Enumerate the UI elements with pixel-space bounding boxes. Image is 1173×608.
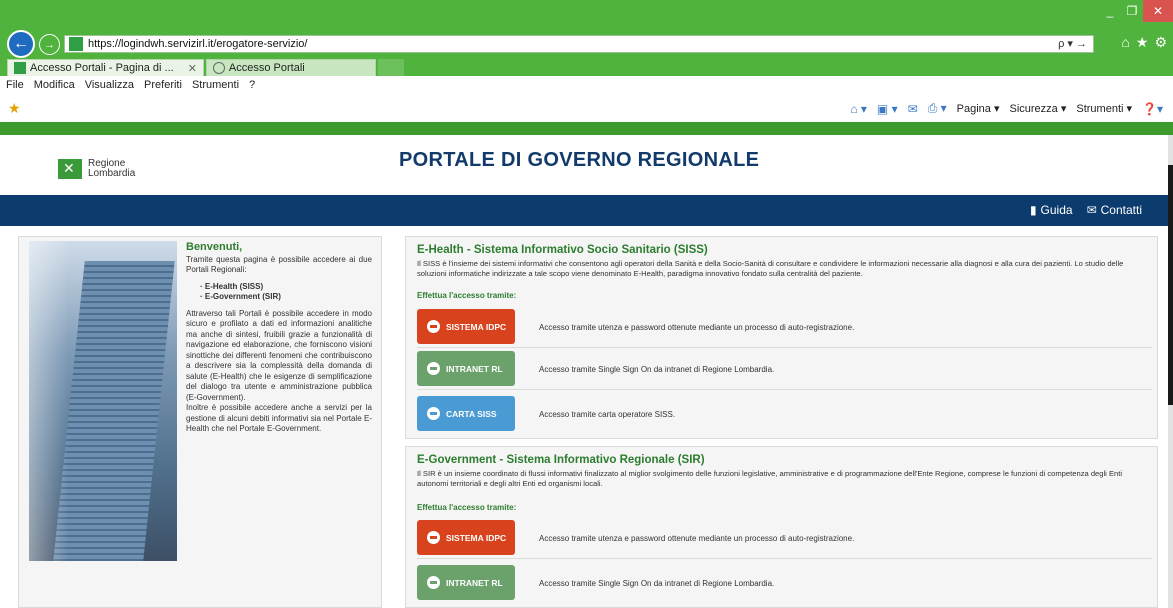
minimize-button[interactable]: _	[1099, 0, 1121, 22]
tab-accesso-portali-pagina[interactable]: Accesso Portali - Pagina di ... ✕	[7, 59, 204, 76]
guida-label: Guida	[1040, 203, 1073, 217]
egov-title: E-Government - Sistema Informativo Regio…	[417, 454, 705, 466]
add-favorites-icon[interactable]: ★	[8, 100, 21, 117]
menu-help[interactable]: ?	[249, 79, 255, 91]
envelope-icon: ✉	[1086, 203, 1097, 217]
building-photo	[29, 241, 177, 561]
home-icon[interactable]: ⌂ ▾	[850, 102, 867, 116]
back-button[interactable]: ←	[7, 30, 35, 58]
page-top-strip	[0, 122, 1173, 135]
nav-links: ▮ Guida ✉ Contatti	[1030, 203, 1142, 217]
logo-line-2: Lombardia	[88, 168, 136, 179]
restore-button[interactable]: ❐	[1121, 0, 1143, 22]
intranet-rl-button[interactable]: INTRANET RL	[417, 565, 515, 600]
favorites-star-icon[interactable]: ★	[1136, 34, 1149, 51]
command-bar: ★ ⌂ ▾ ▣ ▾ ✉ ⎙ ▾ Pagina ▾ Sicurezza ▾ Str…	[0, 94, 1173, 122]
ehealth-access-label: Effettua l'accesso tramite:	[417, 291, 517, 300]
intranet-rl-button[interactable]: INTRANET RL	[417, 351, 515, 386]
sistema-idpc-button[interactable]: SISTEMA IDPC	[417, 520, 515, 555]
access-description: Accesso tramite Single Sign On da intran…	[539, 579, 775, 588]
command-items: ⌂ ▾ ▣ ▾ ✉ ⎙ ▾ Pagina ▾ Sicurezza ▾ Strum…	[850, 101, 1163, 116]
welcome-intro: Tramite questa pagina è possibile accede…	[186, 254, 372, 275]
sistema-idpc-button[interactable]: SISTEMA IDPC	[417, 309, 515, 344]
access-description: Accesso tramite carta operatore SISS.	[539, 410, 676, 419]
welcome-body-2: Inoltre è possibile accedere anche a ser…	[186, 403, 372, 433]
browser-window: _ ❐ ✕ ← → https://logindwh.servizirl.it/…	[0, 0, 1173, 608]
menu-visualizza[interactable]: Visualizza	[85, 79, 134, 91]
new-tab-button[interactable]	[377, 59, 404, 76]
arrow-right-icon: →	[44, 38, 55, 51]
welcome-title: Benvenuti,	[186, 241, 243, 253]
site-favicon-icon	[69, 37, 83, 51]
menu-strumenti[interactable]: Strumenti	[192, 79, 239, 91]
book-icon: ▮	[1029, 203, 1037, 217]
page-scrollbar[interactable]	[1168, 135, 1173, 608]
welcome-text: Benvenuti, Tramite questa pagina è possi…	[186, 242, 372, 435]
access-row-carta: CARTA SISS Accesso tramite carta operato…	[417, 395, 1152, 435]
guida-link[interactable]: ▮ Guida	[1030, 203, 1073, 217]
tab-label: Accesso Portali	[228, 62, 305, 74]
key-icon	[427, 320, 440, 333]
carta-siss-button[interactable]: CARTA SISS	[417, 396, 515, 431]
card-icon	[427, 407, 440, 420]
arrow-left-icon: ←	[13, 35, 29, 52]
access-description: Accesso tramite Single Sign On da intran…	[539, 365, 775, 374]
forward-button[interactable]: →	[39, 34, 60, 55]
ehealth-description: Il SISS è l'insieme dei sistemi informat…	[417, 259, 1124, 278]
access-row-intranet: INTRANET RL Accesso tramite Single Sign …	[417, 564, 1152, 604]
browser-right-icons: ⌂ ★ ⚙	[1121, 34, 1167, 51]
search-dropdown-icon[interactable]: ρ ▾ →	[1058, 37, 1087, 50]
menu-modifica[interactable]: Modifica	[34, 79, 75, 91]
print-icon[interactable]: ⎙ ▾	[928, 101, 947, 116]
regione-lombardia-logo[interactable]: Regione Lombardia	[58, 159, 135, 179]
close-tab-icon[interactable]: ✕	[188, 62, 197, 75]
list-item: E-Government (SIR)	[200, 292, 372, 303]
help-icon[interactable]: ❓▾	[1142, 102, 1163, 116]
network-icon	[427, 576, 440, 589]
command-pagina[interactable]: Pagina ▾	[957, 102, 1000, 115]
tab-strip: Accesso Portali - Pagina di ... ✕ Access…	[7, 59, 404, 76]
url-text: https://logindwh.servizirl.it/erogatore-…	[88, 38, 308, 50]
mail-icon[interactable]: ✉	[908, 102, 918, 116]
egov-access-label: Effettua l'accesso tramite:	[417, 503, 517, 512]
egov-section: E-Government - Sistema Informativo Regio…	[405, 446, 1158, 608]
close-window-button[interactable]: ✕	[1143, 0, 1173, 22]
contatti-link[interactable]: ✉ Contatti	[1087, 203, 1142, 217]
loading-icon	[212, 62, 225, 74]
access-row-idpc: SISTEMA IDPC Accesso tramite utenza e pa…	[417, 519, 1152, 559]
key-icon	[427, 531, 440, 544]
welcome-body: Attraverso tali Portali è possibile acce…	[186, 308, 372, 402]
menu-bar: File Modifica Visualizza Preferiti Strum…	[0, 76, 1173, 94]
ehealth-title: E-Health - Sistema Informativo Socio San…	[417, 244, 708, 256]
access-description: Accesso tramite utenza e password ottenu…	[539, 323, 855, 332]
egov-description: Il SIR è un insieme coordinato di flussi…	[417, 469, 1123, 488]
page-header: Regione Lombardia PORTALE DI GOVERNO REG…	[0, 135, 1173, 195]
nav-bar: ▮ Guida ✉ Contatti	[0, 195, 1168, 226]
address-bar[interactable]: https://logindwh.servizirl.it/erogatore-…	[64, 35, 1094, 53]
access-description: Accesso tramite utenza e password ottenu…	[539, 534, 855, 543]
contatti-label: Contatti	[1100, 203, 1142, 217]
menu-preferiti[interactable]: Preferiti	[144, 79, 182, 91]
browser-toolbar: _ ❐ ✕ ← → https://logindwh.servizirl.it/…	[0, 0, 1173, 76]
welcome-panel: Benvenuti, Tramite questa pagina è possi…	[18, 236, 382, 608]
gear-icon[interactable]: ⚙	[1154, 34, 1167, 51]
ehealth-section: E-Health - Sistema Informativo Socio San…	[405, 236, 1158, 439]
scrollbar-thumb[interactable]	[1168, 165, 1173, 405]
menu-file[interactable]: File	[6, 79, 24, 91]
list-item: E-Health (SISS)	[200, 282, 372, 293]
tab-label: Accesso Portali - Pagina di ...	[30, 62, 174, 74]
logo-mark-icon	[58, 159, 82, 179]
site-favicon-icon	[14, 62, 26, 74]
command-strumenti[interactable]: Strumenti ▾	[1076, 102, 1132, 115]
rss-feed-icon[interactable]: ▣ ▾	[877, 102, 898, 116]
window-controls: _ ❐ ✕	[1099, 0, 1173, 22]
page-title: PORTALE DI GOVERNO REGIONALE	[399, 149, 760, 171]
command-sicurezza[interactable]: Sicurezza ▾	[1010, 102, 1067, 115]
access-row-intranet: INTRANET RL Accesso tramite Single Sign …	[417, 350, 1152, 390]
network-icon	[427, 362, 440, 375]
access-row-idpc: SISTEMA IDPC Accesso tramite utenza e pa…	[417, 308, 1152, 348]
home-icon[interactable]: ⌂	[1121, 34, 1129, 51]
tab-accesso-portali[interactable]: Accesso Portali	[205, 59, 376, 76]
portal-list: E-Health (SISS) E-Government (SIR)	[200, 282, 372, 303]
